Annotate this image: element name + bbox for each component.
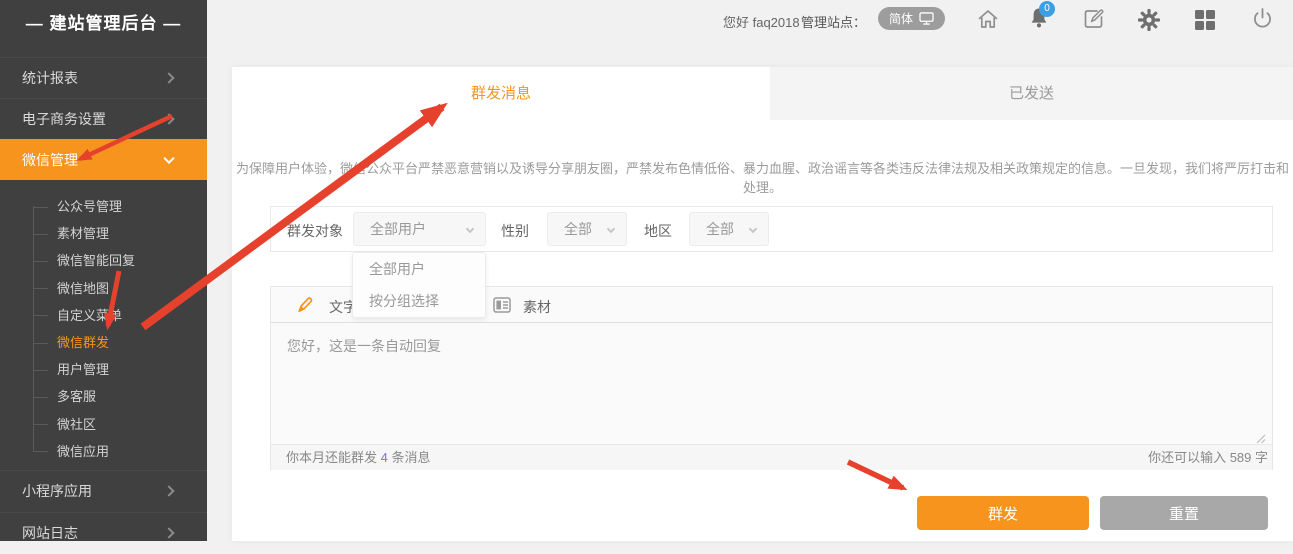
target-select-value: 全部用户 bbox=[370, 221, 426, 237]
monthly-quota-text: 你本月还能群发 4 条消息 bbox=[286, 445, 430, 471]
editor-info-bar: 你本月还能群发 4 条消息 你还可以输入 589 字 bbox=[271, 444, 1272, 470]
submenu-item-official-account[interactable]: 公众号管理 bbox=[0, 193, 207, 220]
message-textarea[interactable]: 您好，这是一条自动回复 bbox=[271, 323, 1272, 444]
sidebar-item-miniprogram[interactable]: 小程序应用 bbox=[0, 470, 207, 511]
main-panel: 群发消息 已发送 为保障用户体验，微信公众平台严禁恶意营销以及诱导分享朋友圈，严… bbox=[232, 67, 1293, 541]
managed-site-label: 管理站点： bbox=[801, 12, 866, 31]
wechat-submenu: 公众号管理 素材管理 微信智能回复 微信地图 自定义菜单 微信群发 用户管理 多… bbox=[0, 180, 207, 465]
gender-label: 性别 bbox=[501, 221, 529, 241]
tab-mass-message[interactable]: 群发消息 bbox=[232, 67, 770, 120]
sidebar-item-label: 统计报表 bbox=[22, 70, 78, 86]
notification-badge: 0 bbox=[1039, 1, 1055, 17]
pencil-icon bbox=[296, 296, 314, 314]
submenu-item-mass-send[interactable]: 微信群发 bbox=[0, 329, 207, 356]
gender-select-value: 全部 bbox=[564, 221, 592, 237]
sidebar-item-statistics[interactable]: 统计报表 bbox=[0, 57, 207, 98]
sidebar-item-label: 网站日志 bbox=[22, 525, 78, 541]
chevron-down-icon bbox=[163, 153, 174, 164]
power-logout-icon[interactable] bbox=[1251, 7, 1274, 31]
sidebar-item-label: 小程序应用 bbox=[22, 483, 92, 499]
chevron-right-icon bbox=[163, 485, 174, 496]
submenu-item-community[interactable]: 微社区 bbox=[0, 411, 207, 438]
user-greeting: 您好 faq2018 bbox=[723, 12, 800, 31]
chars-remaining-text: 你还可以输入 589 字 bbox=[1148, 445, 1268, 471]
submenu-item-user-manage[interactable]: 用户管理 bbox=[0, 356, 207, 383]
settings-gear-icon[interactable] bbox=[1137, 8, 1161, 32]
language-switch-button[interactable]: 简体 bbox=[878, 7, 945, 30]
quota-count: 4 bbox=[381, 450, 388, 465]
submenu-item-multi-service[interactable]: 多客服 bbox=[0, 383, 207, 410]
chevron-down-icon bbox=[607, 225, 615, 233]
sidebar-item-wechat[interactable]: 微信管理 bbox=[0, 139, 207, 180]
gender-select[interactable]: 全部 bbox=[547, 212, 627, 246]
reset-button[interactable]: 重置 bbox=[1100, 496, 1268, 530]
sidebar-item-ecommerce[interactable]: 电子商务设置 bbox=[0, 98, 207, 139]
submenu-item-wechat-app[interactable]: 微信应用 bbox=[0, 438, 207, 465]
submenu-item-smart-reply[interactable]: 微信智能回复 bbox=[0, 247, 207, 274]
page: — 建站管理后台 — 统计报表 电子商务设置 微信管理 公众号管理 素材管理 微… bbox=[0, 0, 1293, 541]
audience-form: 群发对象 全部用户 性别 全部 地区 全部 bbox=[270, 206, 1273, 252]
region-label: 地区 bbox=[644, 221, 672, 241]
dropdown-option-by-group[interactable]: 按分组选择 bbox=[353, 285, 485, 317]
chevron-right-icon bbox=[163, 113, 174, 124]
tab-sent[interactable]: 已发送 bbox=[770, 67, 1293, 120]
submenu-item-custom-menu[interactable]: 自定义菜单 bbox=[0, 302, 207, 329]
edit-icon[interactable] bbox=[1083, 8, 1105, 30]
app-title: — 建站管理后台 — bbox=[0, 9, 207, 34]
sidebar-item-label: 微信管理 bbox=[22, 152, 78, 168]
sidebar: — 建站管理后台 — 统计报表 电子商务设置 微信管理 公众号管理 素材管理 微… bbox=[0, 0, 207, 541]
sidebar-item-sitelog[interactable]: 网站日志 bbox=[0, 512, 207, 553]
target-select[interactable]: 全部用户 bbox=[353, 212, 486, 246]
target-select-dropdown: 全部用户 按分组选择 bbox=[352, 252, 486, 318]
dropdown-option-all-users[interactable]: 全部用户 bbox=[353, 253, 485, 285]
sidebar-item-label: 电子商务设置 bbox=[22, 111, 106, 127]
chevron-down-icon bbox=[466, 225, 474, 233]
chevron-down-icon bbox=[749, 225, 757, 233]
resize-grip-icon[interactable] bbox=[1255, 433, 1266, 444]
region-select-value: 全部 bbox=[706, 221, 734, 237]
chevron-right-icon bbox=[163, 72, 174, 83]
apps-grid-icon[interactable] bbox=[1194, 9, 1216, 31]
editor-tab-material[interactable]: 素材 bbox=[523, 297, 551, 317]
submenu-item-material[interactable]: 素材管理 bbox=[0, 220, 207, 247]
region-select[interactable]: 全部 bbox=[689, 212, 769, 246]
submenu-item-wechat-map[interactable]: 微信地图 bbox=[0, 275, 207, 302]
material-icon bbox=[493, 297, 511, 313]
home-icon[interactable] bbox=[977, 8, 999, 30]
chevron-right-icon bbox=[163, 527, 174, 538]
monitor-icon bbox=[919, 12, 934, 25]
policy-notice: 为保障用户体验，微信公众平台严禁恶意营销以及诱导分享朋友圈，严禁发布色情低俗、暴… bbox=[232, 158, 1293, 196]
language-label: 简体 bbox=[889, 10, 913, 27]
send-button[interactable]: 群发 bbox=[917, 496, 1089, 530]
target-label: 群发对象 bbox=[287, 221, 343, 241]
